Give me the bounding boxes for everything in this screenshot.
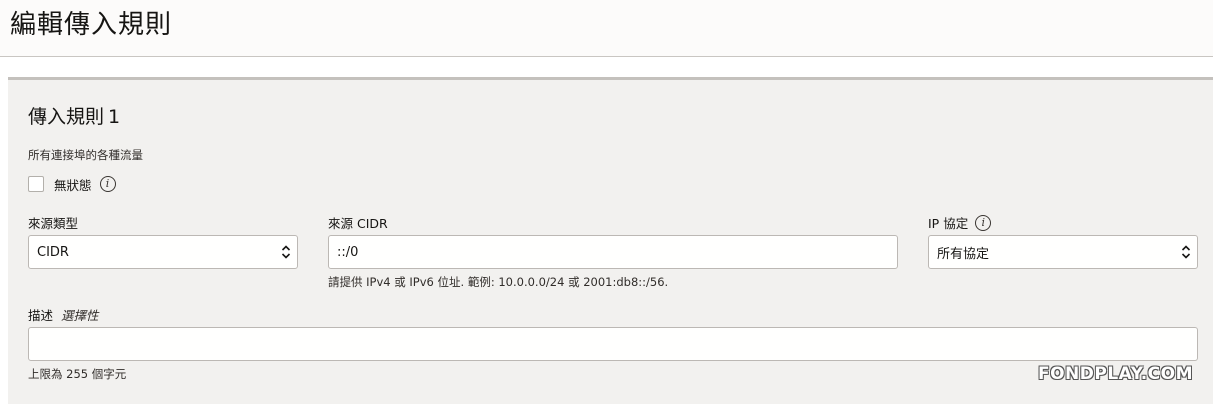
description-label: 描述 選擇性 <box>28 305 99 324</box>
stateless-checkbox[interactable] <box>28 176 44 192</box>
source-type-label-text: 來源類型 <box>28 216 79 231</box>
source-cidr-value: ::/0 <box>337 244 359 260</box>
ip-protocol-label: IP 協定 i <box>928 213 992 232</box>
info-icon[interactable]: i <box>975 214 992 231</box>
ingress-rule-panel: 傳入規則 1 所有連接埠的各種流量 無狀態 i 來源類型 CIDR 來源 CIDR… <box>8 77 1213 404</box>
description-hint: 上限為 255 個字元 <box>28 367 127 381</box>
ip-protocol-value: 所有協定 <box>937 246 990 262</box>
source-type-select[interactable]: CIDR <box>28 235 298 269</box>
rule-number: 1 <box>108 106 121 128</box>
source-cidr-hint: 請提供 IPv4 或 IPv6 位址. 範例: 10.0.0.0/24 或 20… <box>328 275 669 289</box>
ip-protocol-select[interactable]: 所有協定 <box>928 235 1198 269</box>
rule-title: 傳入規則 1 <box>28 102 120 129</box>
ip-protocol-label-text: IP 協定 <box>928 216 969 231</box>
description-optional-text: 選擇性 <box>61 308 99 323</box>
source-cidr-label-text: 來源 CIDR <box>328 216 388 231</box>
description-input[interactable] <box>28 327 1198 361</box>
chevron-updown-icon <box>281 245 291 259</box>
source-cidr-label: 來源 CIDR <box>328 213 388 232</box>
page-title: 編輯傳入規則 <box>10 10 173 40</box>
watermark: FONDPLAY.COM <box>1037 364 1193 384</box>
rule-title-label: 傳入規則 <box>28 106 105 128</box>
page-header: 編輯傳入規則 <box>0 0 1213 57</box>
traffic-description: 所有連接埠的各種流量 <box>28 148 143 162</box>
source-type-label: 來源類型 <box>28 213 78 232</box>
description-label-text: 描述 <box>28 308 54 323</box>
source-cidr-input[interactable]: ::/0 <box>328 235 898 269</box>
source-type-value: CIDR <box>37 244 69 260</box>
chevron-updown-icon <box>1181 245 1191 259</box>
info-icon[interactable]: i <box>99 176 116 192</box>
stateless-row: 無狀態 i <box>28 175 116 193</box>
stateless-label[interactable]: 無狀態 <box>54 175 92 194</box>
